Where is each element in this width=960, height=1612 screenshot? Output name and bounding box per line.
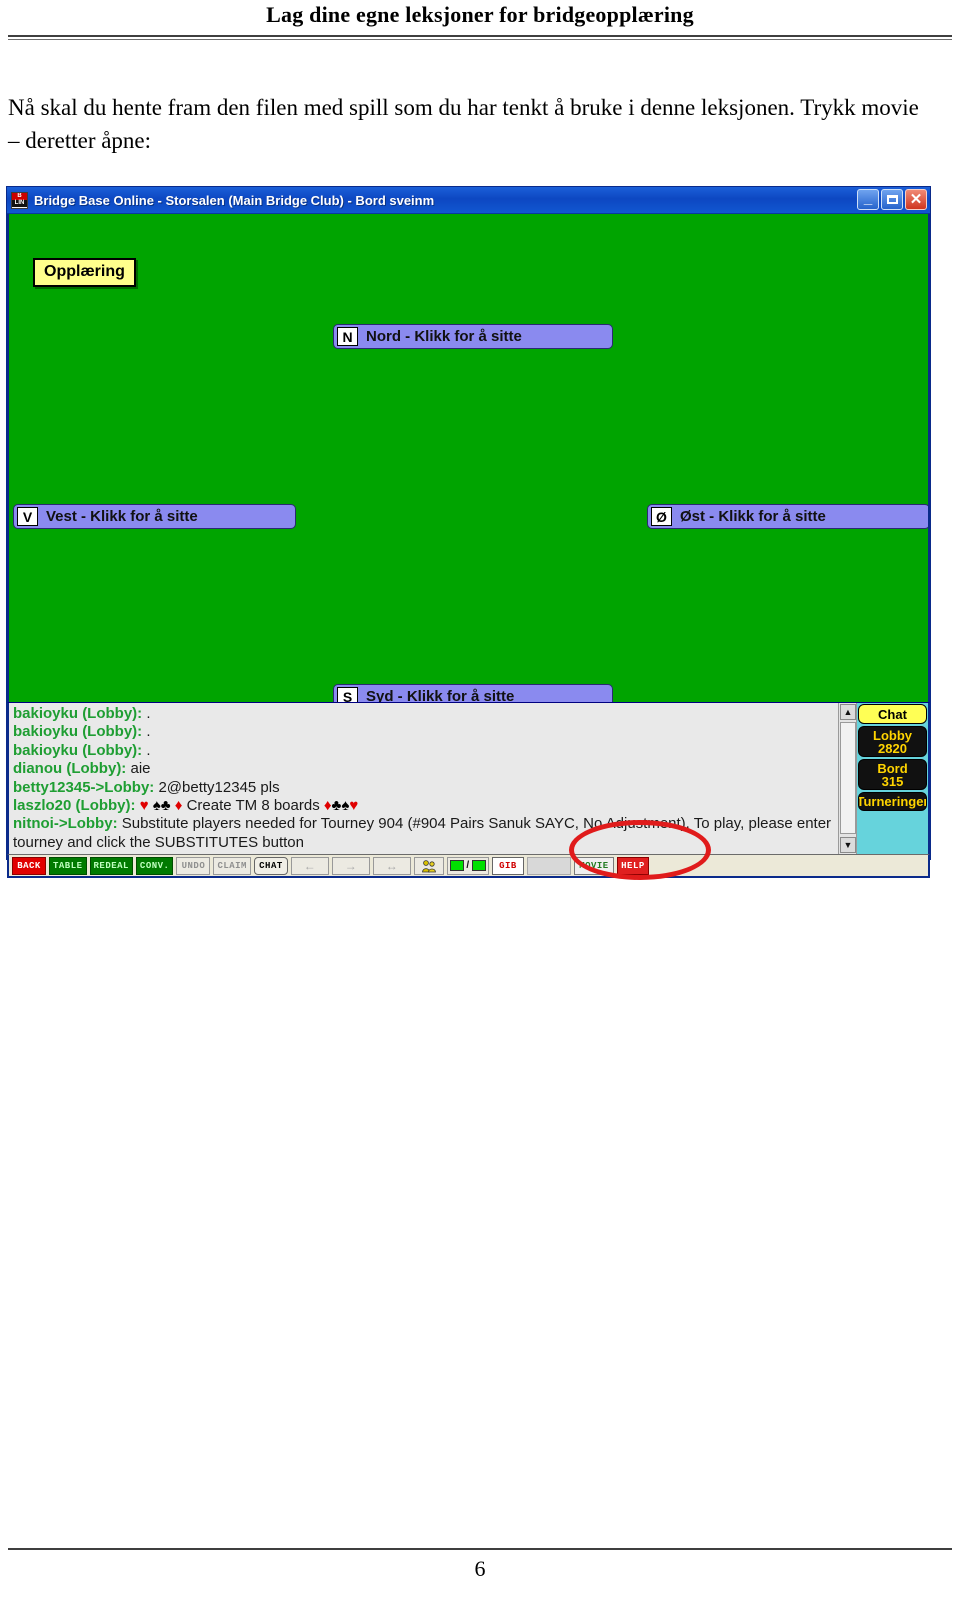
window-controls: _ ✕ <box>857 189 927 210</box>
swap-green-left-icon <box>450 860 465 871</box>
minimize-icon: _ <box>863 190 873 207</box>
help-button[interactable]: HELP <box>616 856 649 875</box>
side-bord-label: Bord <box>877 760 908 776</box>
chat-message: 2@betty12345 pls <box>154 778 280 796</box>
side-chat-button[interactable]: Chat <box>858 704 927 724</box>
players-icon[interactable] <box>413 856 444 875</box>
seat-west[interactable]: V Vest - Klikk for å sitte <box>13 504 296 529</box>
header-rule-thin <box>8 39 952 40</box>
swap-seats-button[interactable]: / <box>446 856 489 875</box>
close-button[interactable]: ✕ <box>905 189 927 210</box>
chat-line: bakioyku (Lobby): . <box>13 742 838 760</box>
gib-button[interactable]: GIB <box>491 856 524 875</box>
chat-sender: bakioyku (Lobby): <box>13 705 143 722</box>
seat-south-badge: S <box>337 687 358 702</box>
chat-line: laszlo20 (Lobby): ♥ ♠♣ ♦ Create TM 8 boa… <box>13 797 838 815</box>
side-panel: Chat Lobby 2820 Bord 315 Turneringer <box>856 703 928 854</box>
seat-north-label: Nord - Klikk for å sitte <box>366 328 522 345</box>
maximize-icon <box>882 190 902 209</box>
chat-sender: nitnoi->Lobby: <box>13 815 118 833</box>
window-titlebar: B LIN Bridge Base Online - Storsalen (Mai… <box>7 187 930 214</box>
next-arrow-icon[interactable]: → <box>331 856 370 875</box>
seat-east[interactable]: Ø Øst - Klikk for å sitte <box>647 504 928 529</box>
page-title: Lag dine egne leksjoner for bridgeopplær… <box>266 2 694 27</box>
chat-message: . <box>142 741 151 759</box>
movie-button[interactable]: MOVIE <box>573 856 614 875</box>
redeal-button[interactable]: REDEAL <box>89 856 133 875</box>
seat-north-badge: N <box>337 327 358 346</box>
maximize-button[interactable] <box>881 189 903 210</box>
chat-line: dianou (Lobby): aie <box>13 760 838 778</box>
scroll-up-icon[interactable]: ▲ <box>840 704 856 720</box>
chat-message: ♥ ♠♣ ♦ Create TM 8 boards ♦♣♠♥ <box>139 797 359 815</box>
page-number: 6 <box>474 1556 486 1581</box>
back-button[interactable]: BACK <box>12 856 46 875</box>
swap-green-right-icon <box>471 860 486 871</box>
lesson-badge[interactable]: Opplæring <box>33 258 136 287</box>
chat-line: betty12345->Lobby: 2@betty12345 pls <box>13 779 838 797</box>
chat-message: . <box>142 705 151 722</box>
scrollbar-thumb[interactable] <box>840 722 856 834</box>
seat-south-label: Syd - Klikk for å sitte <box>366 688 515 702</box>
swap-separator: / <box>466 860 470 871</box>
undo-button[interactable]: UNDO <box>176 856 211 875</box>
chat-sender: laszlo20 (Lobby): <box>13 797 136 815</box>
claim-button[interactable]: CLAIM <box>213 856 251 875</box>
chat-line: nitnoi->Lobby: Substitute players needed… <box>13 815 838 852</box>
minimize-button[interactable]: _ <box>857 189 879 210</box>
app-icon: B LIN <box>11 191 28 209</box>
people-gear-icon <box>422 859 436 872</box>
chat-sender: bakioyku (Lobby): <box>13 723 143 741</box>
bridge-table-felt: Opplæring N Nord - Klikk for å sitte V V… <box>7 214 930 702</box>
footer-rule <box>8 1548 952 1550</box>
chat-sender: dianou (Lobby): <box>13 760 127 778</box>
side-lobby-count: 2820 <box>878 740 907 756</box>
seat-west-label: Vest - Klikk for å sitte <box>46 508 198 525</box>
seat-west-badge: V <box>17 507 38 526</box>
seat-north[interactable]: N Nord - Klikk for å sitte <box>333 324 613 349</box>
chat-message: . <box>142 723 151 741</box>
chat-area: bakioyku (Lobby): . bakioyku (Lobby): . … <box>7 702 930 854</box>
chat-sender: bakioyku (Lobby): <box>13 741 143 759</box>
chat-button[interactable]: CHAT <box>253 856 288 875</box>
both-arrow-icon[interactable]: ↔ <box>372 856 411 875</box>
chat-log[interactable]: bakioyku (Lobby): . bakioyku (Lobby): . … <box>9 703 838 854</box>
seat-east-badge: Ø <box>651 507 672 526</box>
side-bord-count: 315 <box>881 773 904 789</box>
chat-sender: betty12345->Lobby: <box>13 778 155 796</box>
chat-message: aie <box>126 760 151 778</box>
close-icon: ✕ <box>909 191 923 208</box>
table-button[interactable]: TABLE <box>49 856 87 875</box>
seat-south[interactable]: S Syd - Klikk for å sitte <box>333 684 613 702</box>
side-lobby-label: Lobby <box>873 727 912 743</box>
header-rule-thick <box>8 35 952 37</box>
instruction-paragraph: Nå skal du hente fram den filen med spil… <box>8 95 919 153</box>
conv-button[interactable]: CONV. <box>135 856 174 875</box>
window-title: Bridge Base Online - Storsalen (Main Bri… <box>34 192 435 208</box>
bottom-toolbar: BACK TABLE REDEAL CONV. UNDO CLAIM CHAT … <box>7 854 930 878</box>
chat-line: bakioyku (Lobby): . <box>13 723 838 741</box>
scroll-down-icon[interactable]: ▼ <box>840 837 856 853</box>
side-tourneys-button[interactable]: Turneringer <box>858 792 927 811</box>
blank-button[interactable] <box>526 856 571 875</box>
side-bord-button[interactable]: Bord 315 <box>858 759 927 790</box>
chat-message: Substitute players needed for Tourney 90… <box>13 815 832 851</box>
bridge-base-online-window: B LIN Bridge Base Online - Storsalen (Mai… <box>6 186 931 878</box>
seat-east-label: Øst - Klikk for å sitte <box>680 508 826 525</box>
chat-scrollbar[interactable]: ▲ ▼ <box>838 703 856 854</box>
prev-arrow-icon[interactable]: ← <box>290 856 329 875</box>
side-lobby-button[interactable]: Lobby 2820 <box>858 726 927 757</box>
chat-line: bakioyku (Lobby): . <box>13 705 838 723</box>
